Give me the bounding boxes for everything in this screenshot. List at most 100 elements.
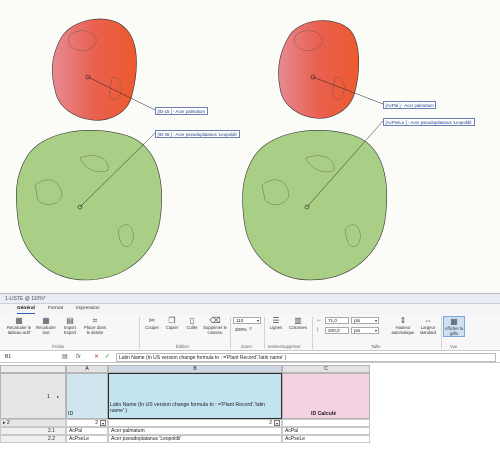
import-export-button[interactable]: ▤ Import Export — [60, 316, 80, 335]
sort-index-b: 2 — [269, 420, 272, 426]
group-separator — [139, 317, 140, 349]
paste-label: Coller — [186, 325, 198, 330]
function-icon[interactable]: fx — [76, 352, 81, 363]
zoom-value: 110 — [236, 318, 244, 323]
group-edit-label: Édition — [176, 344, 189, 349]
worksheet-window: 1-LISTE @ 110%* Général Format Impressio… — [0, 293, 500, 475]
column-width-icon: ↔ — [316, 317, 322, 323]
magnifier-icon[interactable]: ⌕ — [249, 326, 252, 333]
cancel-icon[interactable]: ✕ — [94, 352, 99, 363]
row-number: 1 — [47, 394, 50, 400]
delete-content-label: Supprimer le contenu — [203, 325, 227, 335]
expand-icon[interactable]: ▸ — [57, 394, 59, 400]
cell-c-2-1[interactable]: AcPal — [282, 427, 370, 435]
corner-cell[interactable] — [0, 365, 66, 373]
cell-a-2-2[interactable]: AcPseLe — [66, 435, 108, 443]
sort-dropdown-icon[interactable]: ▾ — [274, 420, 280, 426]
plant-tag-right-2[interactable]: [AcPseLe ] - Acer pseudoplatanus 'Leopol… — [383, 118, 475, 126]
cut-button[interactable]: ✂ Couper — [143, 316, 161, 331]
zoom-percent[interactable]: 200% — [233, 327, 249, 334]
recalc-table-button[interactable]: ▦ Recalculer le tableau actif — [6, 316, 32, 335]
rows-icon: ☰ — [272, 316, 280, 325]
document-icon: ▤ — [66, 316, 74, 325]
zoom-percent-value: 200% — [235, 327, 247, 332]
recalc-all-label: Recalculer tout — [36, 325, 56, 335]
recalc-table-label: Recalculer le tableau actif — [6, 325, 32, 335]
height-value: 200,0 — [328, 328, 340, 333]
auto-height-button[interactable]: ⇕ Hauteur automatique — [391, 316, 415, 335]
width-field[interactable]: 71,0 — [325, 317, 349, 324]
columns-button[interactable]: ▥ Colonnes — [287, 316, 309, 331]
place-icon: ⌗ — [92, 316, 98, 325]
rows-button[interactable]: ☰ Lignes — [267, 316, 285, 331]
sort-dropdown-icon[interactable]: ▾ — [100, 420, 106, 426]
plant-tag-right-1[interactable]: [AcPal ] - Acer palmatum — [383, 101, 437, 109]
cell-b-2-1[interactable]: Acer palmatum — [108, 427, 282, 435]
width-unit-select[interactable]: pts ▾ — [351, 317, 379, 324]
cell-a-2-1[interactable]: AcPal — [66, 427, 108, 435]
place-in-drawing-label: Placer dans le dessin — [83, 325, 107, 335]
group-file-label: Fichier — [52, 344, 65, 349]
green-tree-right — [242, 120, 388, 281]
window-title: 1-LISTE @ 110%* — [0, 294, 500, 304]
row-header-2-2[interactable]: 2.2 — [0, 435, 66, 443]
header-cell-a[interactable]: ID — [66, 373, 108, 419]
sort-cell-c[interactable] — [282, 419, 370, 427]
ribbon-tabs: Général Format Impression — [0, 304, 500, 314]
import-export-label: Import Export — [63, 325, 77, 335]
header-cell-b-text: Latin Name (In US version change formula… — [110, 402, 266, 414]
sort-index-a: 2 — [95, 420, 98, 426]
delete-content-button[interactable]: ⌫ Supprimer le contenu — [202, 316, 228, 335]
show-grid-button[interactable]: ▦ Afficher la grille — [443, 316, 465, 338]
sort-cell-b[interactable]: 2 ▾ — [108, 419, 282, 427]
zoom-select[interactable]: 110 ▾ — [233, 317, 261, 324]
column-header-c[interactable]: C — [282, 365, 370, 373]
height-unit: pts — [354, 328, 361, 333]
row-header-1[interactable]: 1 ▸ — [0, 373, 66, 419]
group-view-label: Vue — [450, 344, 458, 349]
column-header-a[interactable]: A — [66, 365, 108, 373]
sheet-icon[interactable]: ▤ — [62, 352, 68, 363]
std-width-button[interactable]: ⇔ Largeur standard — [417, 316, 439, 335]
plant-tag-left-2[interactable]: [ID-36 ] - Acer pseudoplatanus 'Leopoldi… — [155, 130, 240, 138]
group-separator — [264, 317, 265, 349]
paste-button[interactable]: ▯ Coller — [183, 316, 201, 331]
tab-print[interactable]: Impression — [76, 304, 99, 314]
plant-drawing — [15, 18, 388, 281]
cut-label: Couper — [145, 325, 159, 330]
group-zoom-label: Zoom — [241, 344, 252, 349]
sort-cell-a[interactable]: 2 ▾ — [66, 419, 108, 427]
copy-icon: ❐ — [168, 316, 176, 325]
row-number: 2 — [6, 420, 10, 426]
header-cell-b[interactable]: Latin Name (In US version change formula… — [108, 373, 282, 419]
copy-button[interactable]: ❐ Copier — [163, 316, 181, 331]
confirm-icon[interactable]: ✓ — [105, 352, 110, 363]
plant-tag-left-1[interactable]: [ID-15 ] - Acer palmatum — [155, 107, 208, 115]
row-header-2[interactable]: ▸ 2 — [0, 419, 66, 427]
cell-c-2-2[interactable]: AcPseLe — [282, 435, 370, 443]
std-width-icon: ⇔ — [424, 316, 432, 325]
formula-bar: B1 ▤ fx ✕ ✓ Latin Name (In US version ch… — [0, 352, 500, 363]
columns-label: Colonnes — [289, 325, 307, 330]
row-header-2-1[interactable]: 2.1 — [0, 427, 66, 435]
tab-format[interactable]: Format — [48, 304, 63, 314]
header-cell-c[interactable]: ID Calculé — [282, 373, 370, 419]
place-in-drawing-button[interactable]: ⌗ Placer dans le dessin — [82, 316, 108, 335]
chevron-down-icon: ▾ — [374, 328, 377, 333]
height-unit-select[interactable]: pts ▾ — [351, 327, 379, 334]
recalc-all-button[interactable]: ▦ Recalculer tout — [34, 316, 58, 335]
formula-input[interactable]: Latin Name (In US version change formula… — [116, 353, 496, 362]
group-insert-label: Insérer/supprimer — [268, 344, 301, 349]
drawing-canvas[interactable]: [ID-15 ] - Acer palmatum [ID-36 ] - Acer… — [0, 0, 500, 292]
column-header-b[interactable]: B — [108, 365, 282, 373]
grid-icon: ▦ — [450, 317, 458, 326]
cell-reference[interactable]: B1 — [5, 352, 11, 363]
show-grid-label: Afficher la grille — [444, 326, 464, 336]
height-field[interactable]: 200,0 — [325, 327, 349, 334]
cell-b-2-2[interactable]: Acer pseudoplatanus 'Leopoldii' — [108, 435, 282, 443]
row-height-icon: ↕ — [316, 327, 319, 333]
group-size-label: Taille — [371, 344, 381, 349]
tab-general[interactable]: Général — [17, 304, 35, 314]
chevron-down-icon: ▾ — [374, 318, 377, 323]
group-separator — [312, 317, 313, 349]
